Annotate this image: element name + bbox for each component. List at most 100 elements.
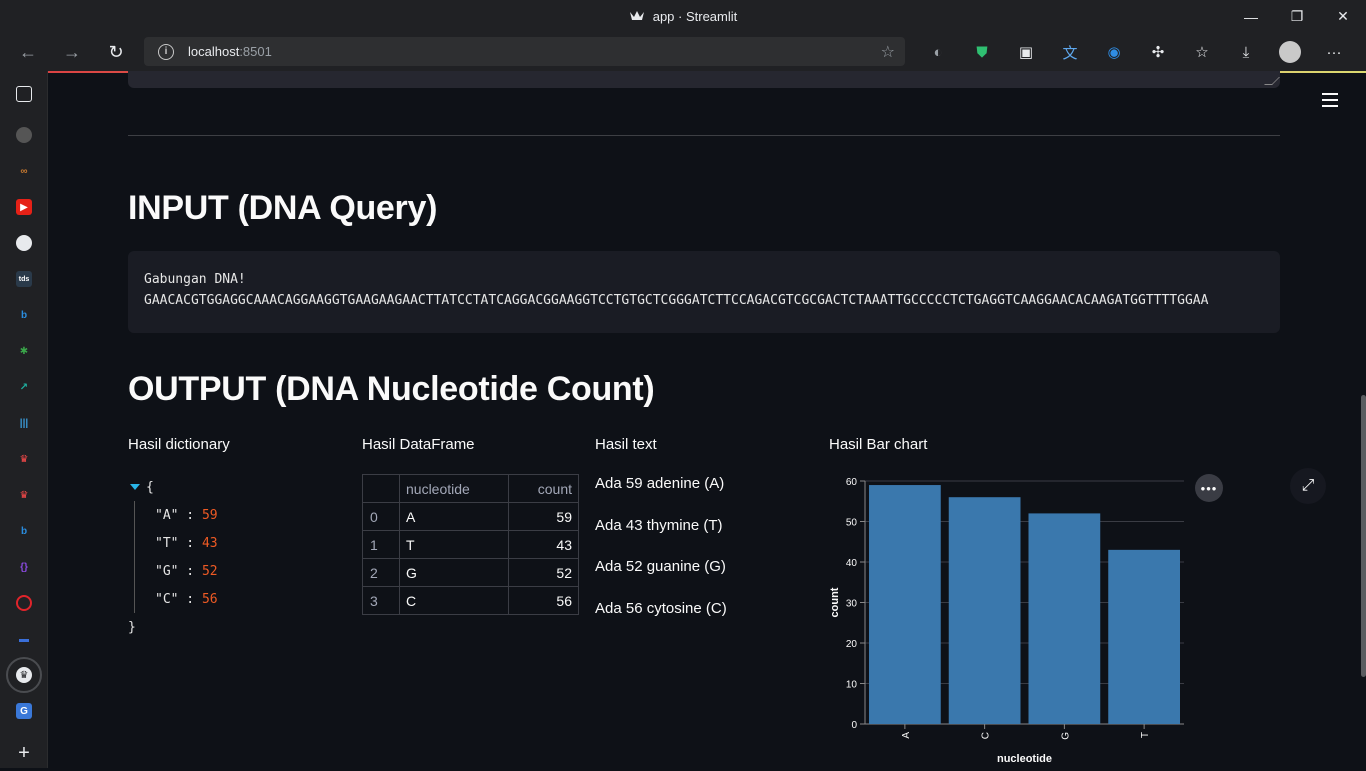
streamlit-tab-icon[interactable]: ♛ <box>0 477 48 513</box>
y-tick-label: 20 <box>846 639 858 650</box>
close-button[interactable]: ✕ <box>1320 0 1366 33</box>
y-tick-label: 60 <box>846 477 858 488</box>
dna-textarea[interactable] <box>128 71 1280 88</box>
dataframe-header: Hasil DataFrame <box>362 436 475 453</box>
favorite-star-icon[interactable]: ☆ <box>881 42 895 62</box>
table-row: 3 C 56 <box>362 586 579 615</box>
json-key: "A" <box>155 507 179 523</box>
code-block: Gabungan DNA! GAACACGTGGAGGCAAACAGGAAGGT… <box>128 251 1280 333</box>
json-entry: "A" : 59 <box>155 507 218 523</box>
y-tick-label: 0 <box>851 720 857 731</box>
more-menu-icon[interactable]: ··· <box>1312 33 1356 71</box>
bug-tab-icon[interactable]: ✱ <box>0 333 48 369</box>
bars-tab-icon[interactable]: ||| <box>0 405 48 441</box>
x-tick-label: C <box>981 732 992 739</box>
url-host: localhost <box>188 44 240 59</box>
cell-count[interactable]: 52 <box>508 558 579 587</box>
json-close-brace: } <box>128 619 136 635</box>
cell-nucleotide[interactable]: T <box>399 530 509 559</box>
youtube-tab-icon[interactable]: ▶ <box>0 189 48 225</box>
translate-icon[interactable]: 文 <box>1048 33 1092 71</box>
column-header-count[interactable]: count <box>508 474 579 503</box>
maximize-button[interactable]: ❐ <box>1274 0 1320 33</box>
y-tick-label: 40 <box>846 558 858 569</box>
column-header-nucleotide[interactable]: nucleotide <box>399 474 509 503</box>
page-scrollbar[interactable] <box>1361 395 1366 677</box>
collapse-caret-icon[interactable] <box>130 484 140 490</box>
x-axis-title: nucleotide <box>997 753 1052 763</box>
new-tab-icon[interactable]: + <box>0 735 48 771</box>
link-tab-icon[interactable]: ∞ <box>0 153 48 189</box>
chart-actions-menu-icon[interactable]: ••• <box>1195 474 1223 502</box>
streamlit-tab-icon[interactable]: ♛ <box>0 441 48 477</box>
table-row: 1 T 43 <box>362 530 579 559</box>
text-line: Ada 43 thymine (T) <box>595 516 723 534</box>
fullscreen-expand-icon[interactable]: ⤢ <box>1290 468 1326 504</box>
forward-button[interactable]: → <box>50 33 94 71</box>
text-header: Hasil text <box>595 436 657 453</box>
code-tab-icon[interactable]: {} <box>0 549 48 585</box>
x-tick-label: A <box>901 732 912 739</box>
window-controls: — ❐ ✕ <box>1228 0 1366 33</box>
bar[interactable] <box>1108 549 1180 724</box>
sync-icon[interactable]: ◉ <box>1092 33 1136 71</box>
shield-icon[interactable]: ⛊ <box>960 33 1004 71</box>
text-line: Ada 52 guanine (G) <box>595 558 726 575</box>
translate-tab-icon[interactable]: G <box>0 693 48 729</box>
json-viewer: { "A" : 59 "T" : 43 "G" : 52 "C" : 56 } <box>128 473 338 641</box>
cell-count[interactable]: 59 <box>508 502 579 531</box>
cell-count[interactable]: 56 <box>508 586 579 615</box>
extension-icon[interactable]: ◐ <box>916 33 960 71</box>
line-tab-icon[interactable]: ▬ <box>0 621 48 657</box>
json-open-brace: { <box>146 479 154 495</box>
json-key: "C" <box>155 591 179 607</box>
cell-nucleotide[interactable]: G <box>399 558 509 587</box>
divider <box>128 135 1280 136</box>
bar[interactable] <box>1028 513 1101 724</box>
row-index: 2 <box>362 558 400 587</box>
index-header <box>362 474 400 503</box>
dataframe-table[interactable]: nucleotide count 0 A 59 1 T 43 2 G 52 3 … <box>362 474 579 615</box>
vertical-tabs-sidebar: ∞ ▶ tds b ✱ ↗ ||| ♛ ♛ b {} ▬ ♛ G + <box>0 71 48 768</box>
dict-header: Hasil dictionary <box>128 436 230 453</box>
json-open-row[interactable]: { <box>128 473 338 501</box>
chart-tab-icon[interactable]: ↗ <box>0 369 48 405</box>
json-close-row: } <box>128 613 338 641</box>
window-title-text: app · Streamlit <box>652 9 738 24</box>
json-entry: "T" : 43 <box>155 535 218 551</box>
puzzle-icon[interactable]: ✣ <box>1136 33 1180 71</box>
bar[interactable] <box>869 485 941 724</box>
bing-tab-icon[interactable]: b <box>0 513 48 549</box>
profile-avatar-icon[interactable] <box>1268 33 1312 71</box>
streamlit-active-tab-icon[interactable]: ♛ <box>0 657 48 693</box>
tds-tab-icon[interactable]: tds <box>0 261 48 297</box>
url-port: :8501 <box>239 44 272 59</box>
browser-toolbar: ← → ↻ i localhost:8501 ☆ ◐ ⛊ ▣ 文 ◉ ✣ ☆ ⤓… <box>0 33 1366 71</box>
bing-tab-icon[interactable]: b <box>0 297 48 333</box>
json-entry: "C" : 56 <box>155 591 218 607</box>
download-icon[interactable]: ⤓ <box>1224 33 1268 71</box>
github-tab-icon[interactable] <box>0 117 48 153</box>
bar[interactable] <box>948 497 1021 724</box>
hamburger-menu-icon[interactable] <box>1322 93 1338 107</box>
back-button[interactable]: ← <box>6 33 50 71</box>
tab-actions-icon[interactable] <box>0 71 48 117</box>
glasses-icon[interactable]: ▣ <box>1004 33 1048 71</box>
json-key: "G" <box>155 563 179 579</box>
site-info-icon[interactable]: i <box>158 43 174 60</box>
github-tab-icon[interactable] <box>0 225 48 261</box>
bar-chart[interactable]: 0 10 20 30 40 50 60 A C G Tnucleotide count <box>828 471 1188 763</box>
cell-count[interactable]: 43 <box>508 530 579 559</box>
code-line: GAACACGTGGAGGCAAACAGGAAGGTGAAGAAGAACTTAT… <box>144 293 1209 308</box>
text-line: Ada 59 adenine (A) <box>595 475 725 492</box>
address-bar[interactable]: i localhost:8501 ☆ <box>144 37 905 66</box>
json-indent-guide <box>134 501 135 613</box>
minimize-button[interactable]: — <box>1228 0 1274 33</box>
cell-nucleotide[interactable]: A <box>399 502 509 531</box>
resize-grip-icon[interactable] <box>1264 77 1280 85</box>
refresh-button[interactable]: ↻ <box>94 33 138 71</box>
opera-tab-icon[interactable] <box>0 585 48 621</box>
y-tick-label: 50 <box>846 518 858 529</box>
favorites-icon[interactable]: ☆ <box>1180 33 1224 71</box>
cell-nucleotide[interactable]: C <box>399 586 509 615</box>
